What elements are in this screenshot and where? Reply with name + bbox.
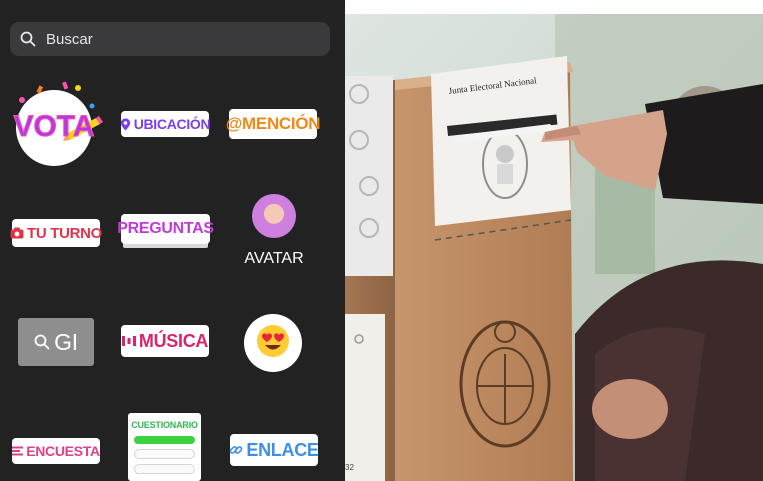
box-number: 32 (345, 463, 354, 472)
search-icon (20, 31, 36, 47)
heart-eyes-emoji-icon (256, 324, 290, 363)
link-icon (229, 443, 246, 457)
search-placeholder: Buscar (46, 30, 93, 48)
sticker-musica[interactable]: MÚSICA (121, 325, 209, 357)
avatar-icon (252, 194, 296, 238)
location-pin-icon (120, 118, 134, 131)
cuestionario-label: CUESTIONARIO (131, 420, 198, 430)
musica-label: MÚSICA (138, 330, 209, 351)
sticker-vota[interactable]: VOTA (8, 78, 104, 174)
music-bars-icon (121, 335, 139, 347)
quiz-option (134, 449, 195, 459)
sticker-gif[interactable]: GI (18, 318, 94, 366)
sticker-avatar[interactable]: AVATAR (244, 194, 304, 276)
mencion-label: @MENCIÓN (225, 114, 321, 133)
vota-text: VOTA (13, 110, 94, 143)
sticker-ubicacion[interactable]: UBICACIÓN (120, 111, 211, 137)
sticker-emoji-slider[interactable] (244, 314, 302, 372)
gif-label: GI (54, 328, 78, 355)
ballot-box-photo: 32 Junta Electoral Nacional (345, 14, 763, 481)
sticker-preguntas[interactable]: PREGUNTAS (117, 214, 214, 244)
ubicacion-label: UBICACIÓN (133, 116, 211, 132)
encuesta-label: ENCUESTA (26, 443, 100, 459)
quiz-option (134, 464, 195, 474)
sticker-mencion[interactable]: @MENCIÓN (225, 109, 321, 139)
tu-turno-label: TU TURNO (26, 224, 103, 242)
ballot-box-scene: 32 Junta Electoral Nacional (345, 14, 763, 481)
quiz-correct-option (134, 436, 195, 444)
sticker-cuestionario[interactable]: CUESTIONARIO (128, 413, 201, 481)
sticker-tu-turno[interactable]: TU TURNO (10, 219, 103, 247)
avatar-label: AVATAR (244, 250, 304, 267)
preguntas-label: PREGUNTAS (117, 220, 214, 237)
enlace-label: ENLACE (246, 439, 319, 460)
sticker-encuesta[interactable]: ENCUESTA (12, 438, 100, 464)
sticker-tray: Buscar VOTA UBICACIÓN @MENCIÓN TU TURNO (0, 0, 345, 481)
camera-icon (10, 227, 27, 239)
poll-lines-icon (12, 446, 26, 456)
search-bar[interactable]: Buscar (10, 22, 330, 56)
sticker-enlace[interactable]: ENLACE (229, 434, 319, 466)
search-icon (34, 334, 54, 350)
